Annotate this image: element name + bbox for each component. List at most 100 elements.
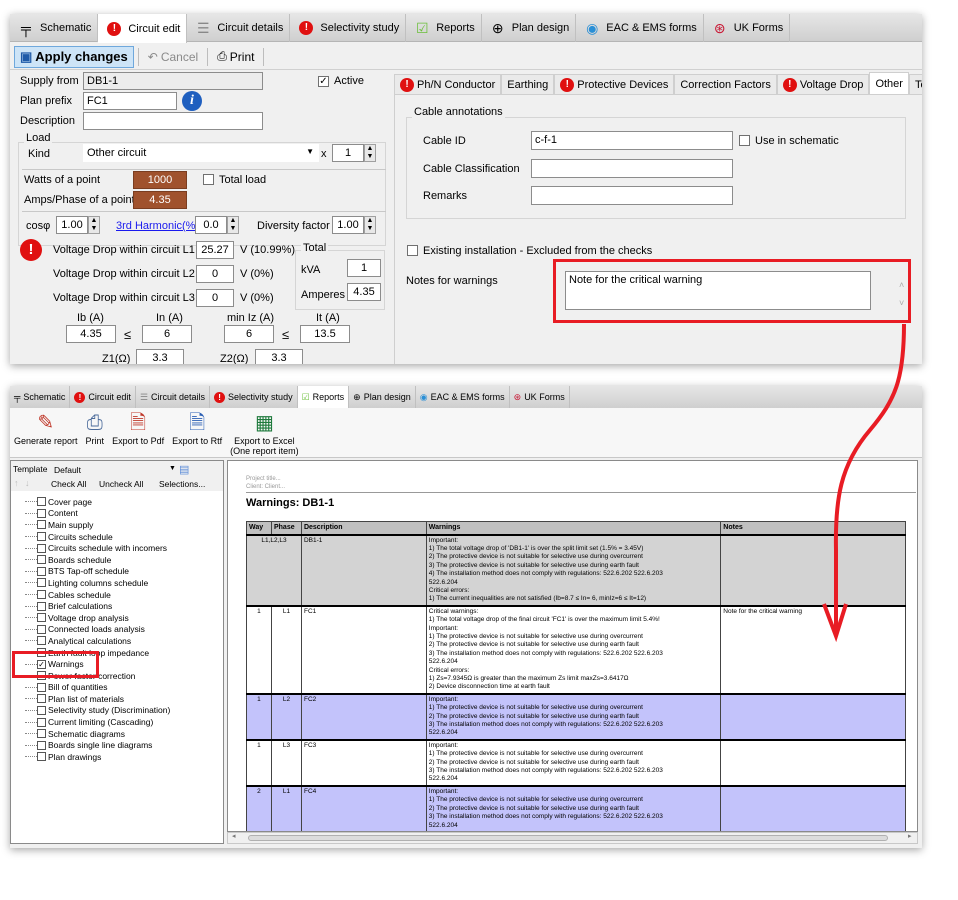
print-button[interactable]: ⎙ Print [212,46,259,68]
report-item-checkbox[interactable] [37,705,46,715]
report-item-checkbox[interactable] [37,508,46,518]
tab-selectivity-study[interactable]: ! Selectivity study [210,386,298,408]
tab-reports[interactable]: ☑ Reports [406,14,482,42]
template-edit-icon[interactable]: ▤ [179,463,189,476]
export-rtf-button[interactable]: 🗎 Export to Rtf [168,408,226,448]
subtab-earthing[interactable]: Earthing [501,74,555,94]
move-up-icon[interactable]: ↑ [14,478,19,488]
report-item[interactable]: Plan list of materials [11,693,223,705]
print-report-button[interactable]: ⎙ Print [82,408,109,448]
report-item[interactable]: Cables schedule [11,589,223,601]
report-item[interactable]: Plan drawings [11,751,223,763]
report-item-checkbox[interactable] [37,636,46,646]
report-item-checkbox[interactable] [37,752,46,762]
report-item[interactable]: Voltage drop analysis [11,612,223,624]
use-in-schematic-checkbox[interactable] [739,135,750,146]
multiplier-stepper[interactable]: ▲ ▼ [364,144,376,162]
tab-circuit-edit[interactable]: ! Circuit edit [70,386,136,408]
harmonic-field[interactable]: 0.0 [195,216,227,234]
check-all-button[interactable]: Check All [51,479,86,489]
multiplier-field[interactable]: 1 [332,144,364,162]
generate-report-button[interactable]: ✎ Generate report [10,408,82,448]
cos-stepper[interactable]: ▲ ▼ [88,216,100,234]
report-item[interactable]: Bill of quantities [11,682,223,694]
report-item[interactable]: Circuits schedule with incomers [11,542,223,554]
plan-prefix-field[interactable]: FC1 [83,92,177,110]
report-item-checkbox[interactable] [37,578,46,588]
tab-eac-ems-forms[interactable]: ◉ EAC & EMS forms [576,14,704,42]
amps-field[interactable]: 4.35 [133,191,187,209]
report-item[interactable]: Selectivity study (Discrimination) [11,705,223,717]
report-item[interactable]: Circuits schedule [11,531,223,543]
report-item[interactable]: Boards schedule [11,554,223,566]
kind-dropdown[interactable]: Other circuit ▼ [83,144,319,162]
report-item-checkbox[interactable] [37,717,46,727]
template-dropdown[interactable]: Default ▼ [54,465,176,475]
report-item[interactable]: Main supply [11,519,223,531]
tab-selectivity-study[interactable]: ! Selectivity study [290,14,407,42]
subtab-protective-devices[interactable]: ! Protective Devices [554,74,675,94]
report-item[interactable]: Brief calculations [11,600,223,612]
tab-plan-design[interactable]: ⊕ Plan design [349,386,416,408]
cable-id-field[interactable]: c-f-1 [531,131,733,150]
diversity-stepper[interactable]: ▲ ▼ [364,216,376,234]
subtab-ph-n-conductor[interactable]: ! Ph/N Conductor [394,74,502,94]
report-item-checkbox[interactable] [37,624,46,634]
tab-uk-forms[interactable]: ⊛ UK Forms [510,386,570,408]
report-item-checkbox[interactable] [37,601,46,611]
supply-from-field[interactable]: DB1-1 [83,72,263,90]
diversity-field[interactable]: 1.00 [332,216,364,234]
report-item-checkbox[interactable] [37,694,46,704]
report-item-checkbox[interactable] [37,613,46,623]
remarks-field[interactable] [531,186,733,205]
tab-circuit-details[interactable]: ☰ Circuit details [136,386,211,408]
tab-circuit-details[interactable]: ☰ Circuit details [187,14,291,42]
subtab-test[interactable]: Test [908,74,922,94]
report-item-checkbox[interactable] [37,590,46,600]
tab-eac-ems-forms[interactable]: ◉ EAC & EMS forms [416,386,510,408]
report-item[interactable]: Lighting columns schedule [11,577,223,589]
report-item[interactable]: BTS Tap-off schedule [11,566,223,578]
report-item-checkbox[interactable] [37,566,46,576]
description-field[interactable] [83,112,263,130]
report-item[interactable]: Boards single line diagrams [11,739,223,751]
tab-schematic[interactable]: ╤ Schematic [10,386,71,408]
tab-uk-forms[interactable]: ⊛ UK Forms [704,14,791,42]
report-item[interactable]: Current limiting (Cascading) [11,716,223,728]
active-checkbox[interactable]: ✓ [318,76,329,87]
report-item-checkbox[interactable] [37,543,46,553]
report-item-checkbox[interactable] [37,520,46,530]
harmonic-stepper[interactable]: ▲ ▼ [227,216,239,234]
selections-button[interactable]: Selections... [159,479,205,489]
cos-field[interactable]: 1.00 [56,216,88,234]
report-item-checkbox[interactable] [37,497,46,507]
tab-plan-design[interactable]: ⊕ Plan design [482,14,577,42]
harmonic-link[interactable]: 3rd Harmonic(%) [116,220,199,232]
horizontal-scrollbar[interactable]: ◂ ▸ [227,832,918,844]
move-down-icon[interactable]: ↓ [25,478,30,488]
watts-field[interactable]: 1000 [133,171,187,189]
scroll-right-icon[interactable]: ▸ [908,832,912,840]
tab-circuit-edit[interactable]: ! Circuit edit [98,14,188,43]
total-load-checkbox[interactable] [203,174,214,185]
report-item-checkbox[interactable] [37,682,46,692]
report-item[interactable]: Schematic diagrams [11,728,223,740]
report-item-checkbox[interactable] [37,740,46,750]
export-excel-button[interactable]: ▦ Export to Excel (One report item) [226,408,303,458]
report-item[interactable]: Connected loads analysis [11,624,223,636]
report-item-checkbox[interactable] [37,555,46,565]
scroll-left-icon[interactable]: ◂ [232,832,236,840]
cancel-button[interactable]: ↶ Cancel [143,46,203,68]
report-item[interactable]: Cover page [11,496,223,508]
report-item-checkbox[interactable] [37,729,46,739]
uncheck-all-button[interactable]: Uncheck All [99,479,143,489]
cable-classification-field[interactable] [531,159,733,178]
report-item[interactable]: Analytical calculations [11,635,223,647]
report-item-checkbox[interactable] [37,532,46,542]
info-icon[interactable]: i [182,91,202,111]
subtab-other[interactable]: Other [869,72,909,94]
report-item[interactable]: Content [11,508,223,520]
apply-changes-button[interactable]: ▣ Apply changes [14,45,134,68]
subtab-voltage-drop[interactable]: ! Voltage Drop [776,74,870,94]
tab-schematic[interactable]: ╤ Schematic [10,14,99,42]
